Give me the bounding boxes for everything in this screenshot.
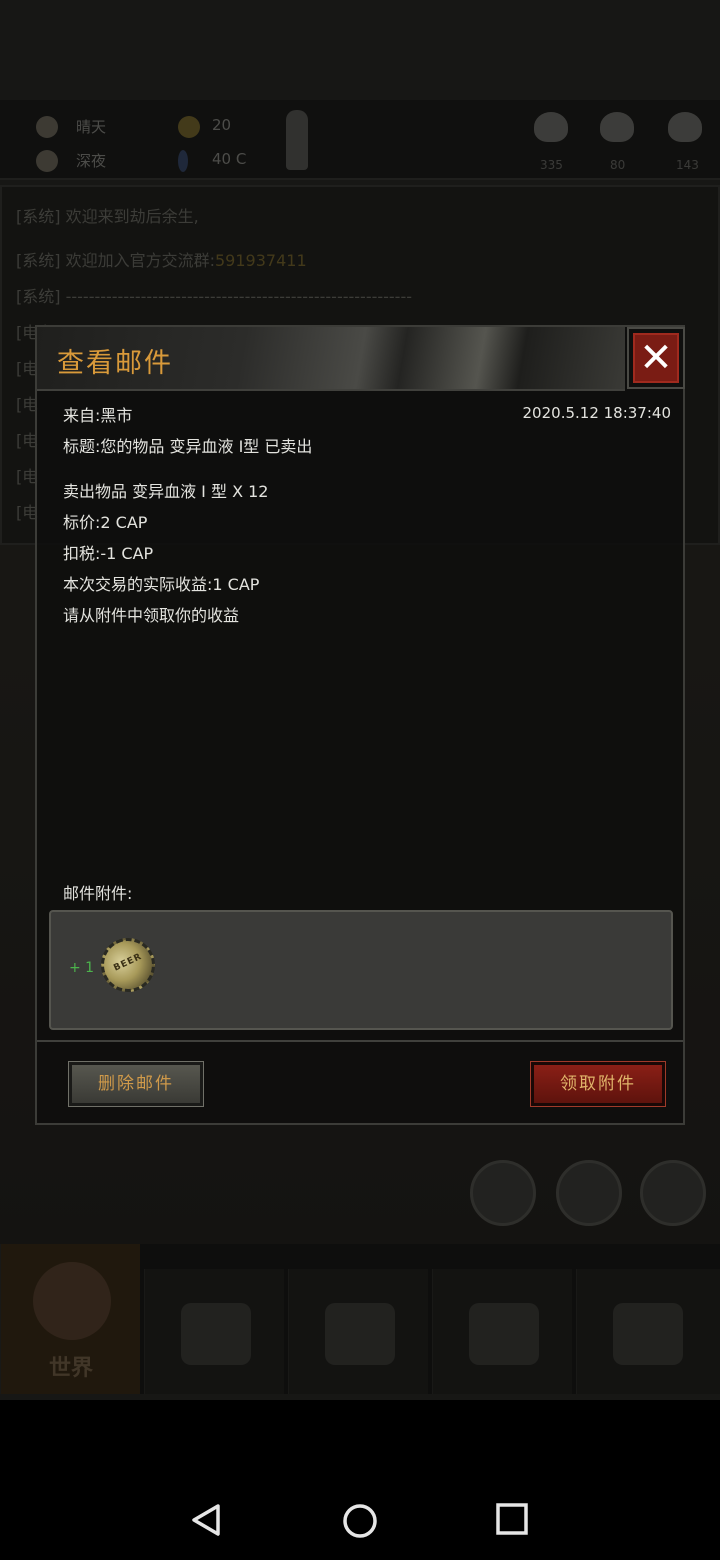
attachment-quantity: + 1 xyxy=(69,960,95,976)
mail-dialog: 查看邮件 ✕ 来自:黑市 2020.5.12 18:37:40 标题:您的物品 … xyxy=(35,325,685,1125)
back-icon[interactable] xyxy=(188,1502,224,1538)
bottle-cap-icon[interactable]: BEER xyxy=(92,929,164,1001)
home-icon[interactable] xyxy=(341,1502,379,1540)
system-nav-bar xyxy=(0,1470,720,1560)
mail-body-line: 本次交易的实际收益:1 CAP xyxy=(63,575,260,594)
mail-sender: 来自:黑市 xyxy=(63,406,133,425)
claim-attachment-button[interactable]: 领取附件 xyxy=(531,1062,665,1106)
recents-icon[interactable] xyxy=(495,1502,529,1536)
divider xyxy=(37,1040,683,1042)
mail-subject: 标题:您的物品 变异血液 I型 已卖出 xyxy=(63,437,313,456)
mail-body-line: 扣税:-1 CAP xyxy=(63,544,154,563)
mail-body-line: 标价:2 CAP xyxy=(63,513,148,532)
mail-date: 2020.5.12 18:37:40 xyxy=(522,404,671,422)
close-button[interactable]: ✕ xyxy=(627,327,685,389)
dialog-header: 查看邮件 xyxy=(37,327,625,391)
attachment-box: + 1 BEER xyxy=(49,910,673,1030)
coin-label: BEER xyxy=(112,951,144,974)
dialog-title: 查看邮件 xyxy=(57,348,173,379)
attachments-label: 邮件附件: xyxy=(63,884,133,903)
mail-body-line: 卖出物品 变异血液 I 型 X 12 xyxy=(63,482,269,501)
mail-body-line: 请从附件中领取你的收益 xyxy=(63,606,240,625)
close-icon: ✕ xyxy=(633,333,679,383)
delete-mail-button[interactable]: 删除邮件 xyxy=(69,1062,203,1106)
